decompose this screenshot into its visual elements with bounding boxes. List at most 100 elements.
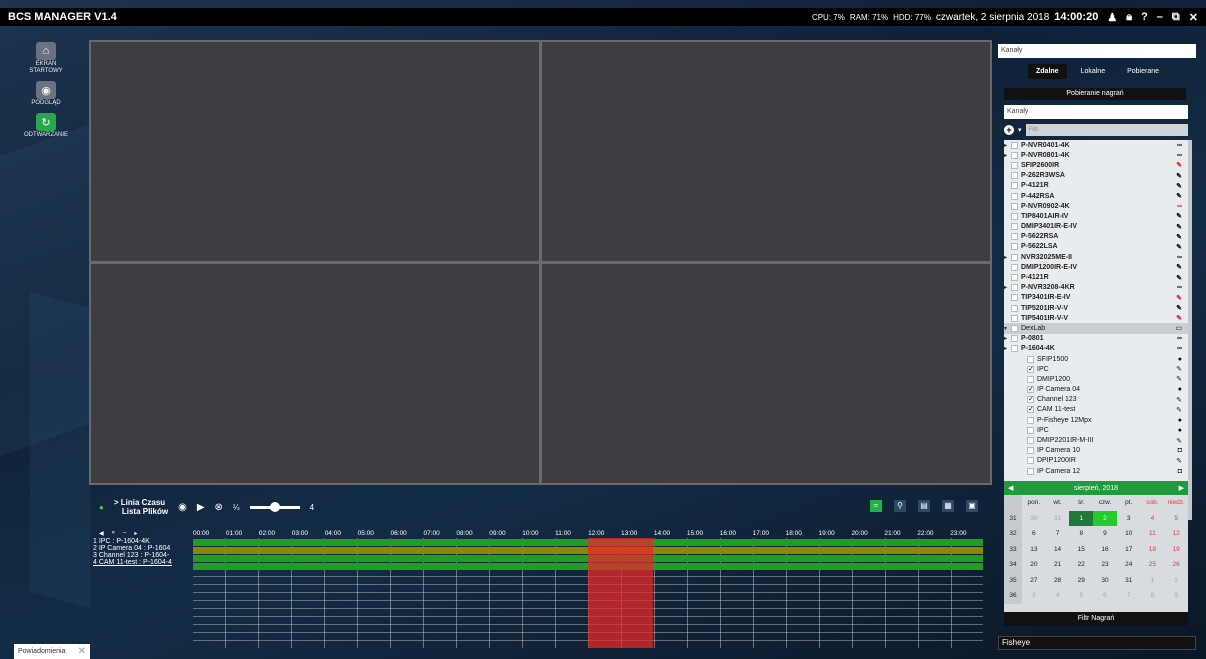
expand-icon[interactable]: ▸: [1004, 152, 1011, 159]
calendar-day[interactable]: 18: [1141, 546, 1165, 553]
nav-playback-button[interactable]: ↻ ODTWARZANIE: [24, 113, 68, 139]
tree-item[interactable]: SFIP2600IR ✎: [1004, 160, 1188, 170]
tree-checkbox[interactable]: [1011, 294, 1018, 302]
tree-item[interactable]: P-NVR0902-4K ∞: [1004, 201, 1188, 211]
tree-item[interactable]: P-262R3WSA ✎: [1004, 171, 1188, 181]
timeline-tracks[interactable]: [193, 538, 983, 648]
lock-icon[interactable]: 🔒︎: [1126, 11, 1132, 24]
tree-checkbox[interactable]: [1011, 141, 1018, 149]
tree-checkbox[interactable]: [1011, 182, 1018, 190]
calendar-day[interactable]: 3: [1117, 515, 1141, 522]
tree-item[interactable]: P-5622LSA ✎: [1004, 242, 1188, 252]
nav-preview-button[interactable]: ◉ PODGLĄD: [28, 81, 64, 107]
calendar-day[interactable]: 8: [1141, 592, 1165, 599]
tree-checkbox[interactable]: ✓: [1027, 406, 1034, 414]
tree-item[interactable]: ▸ P-1604-4K ∞: [1004, 344, 1188, 354]
tree-checkbox[interactable]: [1027, 437, 1034, 445]
tree-checkbox[interactable]: [1027, 416, 1034, 424]
chevron-down-icon[interactable]: ▾: [1018, 126, 1022, 134]
calendar-day[interactable]: 9: [1093, 530, 1117, 537]
calendar-day[interactable]: 5: [1164, 515, 1188, 522]
camera-row-4[interactable]: 4 CAM 11-test : P-1604-4: [93, 559, 191, 566]
calendar-day[interactable]: 2: [1093, 510, 1117, 526]
expand-icon[interactable]: ▸: [1004, 345, 1011, 352]
video-cell-1[interactable]: [91, 42, 539, 261]
tree-checkbox[interactable]: [1027, 447, 1034, 455]
calendar-day[interactable]: 6: [1022, 530, 1046, 537]
video-cell-3[interactable]: [91, 264, 539, 483]
tree-checkbox[interactable]: [1027, 426, 1034, 434]
calendar-day[interactable]: 5: [1069, 592, 1093, 599]
camera-row-2[interactable]: 2 IP Camera 04 : P-1604: [93, 545, 191, 552]
tree-checkbox[interactable]: [1011, 304, 1018, 312]
calendar-day[interactable]: 11: [1141, 530, 1165, 537]
tree-item[interactable]: P-4121R ✎: [1004, 181, 1188, 191]
tree-checkbox[interactable]: [1011, 284, 1018, 292]
user-icon[interactable]: ♟: [1107, 11, 1117, 24]
calendar-day[interactable]: 27: [1022, 577, 1046, 584]
tree-item[interactable]: IP Camera 10 ◘: [1004, 446, 1188, 456]
filter-input[interactable]: Filtr: [1025, 124, 1188, 136]
calendar-day[interactable]: 9: [1164, 592, 1188, 599]
calendar-day[interactable]: 10: [1117, 530, 1141, 537]
camera-row-3[interactable]: 3 Channel 123 : P-1604-: [93, 552, 191, 559]
tab-downloaded[interactable]: Pobierane: [1119, 64, 1167, 79]
tree-item[interactable]: P-Fisheye 12Mpx ●: [1004, 415, 1188, 425]
tree-scrollbar[interactable]: [1188, 140, 1192, 520]
tree-item[interactable]: DMIP2201IR-M-III ✎: [1004, 435, 1188, 445]
tree-checkbox[interactable]: [1011, 263, 1018, 271]
calendar-day[interactable]: 1: [1141, 577, 1165, 584]
calendar-day[interactable]: 2: [1164, 577, 1188, 584]
video-cell-4[interactable]: [542, 264, 990, 483]
calendar-day[interactable]: 8: [1069, 530, 1093, 537]
tree-item[interactable]: IPC ●: [1004, 425, 1188, 435]
tree-item[interactable]: ▸ P-0801 ∞: [1004, 334, 1188, 344]
fisheye-panel-title[interactable]: Fisheye: [998, 636, 1196, 650]
expand-icon[interactable]: ▸: [1004, 254, 1011, 261]
calendar-day[interactable]: 1: [1069, 510, 1094, 526]
calendar-day[interactable]: 17: [1117, 546, 1141, 553]
fullscreen-icon[interactable]: ▣: [966, 500, 978, 512]
channels-field[interactable]: Kanały: [1004, 105, 1188, 119]
tree-checkbox[interactable]: [1011, 243, 1018, 251]
first-icon[interactable]: ◀: [99, 530, 104, 537]
calendar-day[interactable]: 30: [1022, 515, 1046, 522]
video-cell-2[interactable]: [542, 42, 990, 261]
calendar-day[interactable]: 15: [1069, 546, 1093, 553]
tree-item[interactable]: SFIP1500 ●: [1004, 354, 1188, 364]
tab-remote[interactable]: Zdalne: [1028, 64, 1067, 79]
minimize-icon[interactable]: –: [1157, 11, 1163, 23]
tree-checkbox[interactable]: [1011, 212, 1018, 220]
file-list-link[interactable]: Lista Plików: [114, 507, 168, 516]
calendar-day[interactable]: 31: [1117, 577, 1141, 584]
calendar-day[interactable]: 16: [1093, 546, 1117, 553]
camera-row-1[interactable]: 1 IPC : P-1604-4K: [93, 538, 191, 545]
calendar-month[interactable]: sierpień: [1074, 485, 1099, 492]
tree-item[interactable]: P-442RSA ✎: [1004, 191, 1188, 201]
tree-item[interactable]: P-5622RSA ✎: [1004, 232, 1188, 242]
calendar-day[interactable]: 26: [1164, 561, 1188, 568]
next-month-icon[interactable]: ▶: [1179, 484, 1184, 492]
calendar-day[interactable]: 28: [1046, 577, 1070, 584]
tree-item[interactable]: ✓ CAM 11-test ✎: [1004, 405, 1188, 415]
tree-checkbox[interactable]: [1011, 345, 1018, 353]
tree-item[interactable]: DMIP1200 ✎: [1004, 374, 1188, 384]
tree-checkbox[interactable]: [1011, 274, 1018, 282]
tree-checkbox[interactable]: [1011, 161, 1018, 169]
calendar-day[interactable]: 21: [1046, 561, 1070, 568]
minus-icon[interactable]: –: [123, 530, 126, 537]
tree-checkbox[interactable]: [1011, 233, 1018, 241]
tree-checkbox[interactable]: [1011, 335, 1018, 343]
calendar-day[interactable]: 7: [1117, 592, 1141, 599]
prev-month-icon[interactable]: ◀: [1008, 484, 1013, 492]
calendar-day[interactable]: 14: [1046, 546, 1070, 553]
close-icon[interactable]: ✕: [1189, 11, 1198, 24]
timeline-mode-link[interactable]: > Linia Czasu: [114, 498, 168, 507]
tab-local[interactable]: Lokalne: [1073, 64, 1114, 79]
tree-item[interactable]: ▸ P-NVR0401-4K ∞: [1004, 140, 1188, 150]
selected-time-range[interactable]: [588, 538, 653, 648]
calendar-day[interactable]: 3: [1022, 592, 1046, 599]
speed-slider[interactable]: [249, 501, 300, 512]
tree-item[interactable]: ✓ IP Camera 04 ●: [1004, 385, 1188, 395]
calendar-day[interactable]: 6: [1093, 592, 1117, 599]
